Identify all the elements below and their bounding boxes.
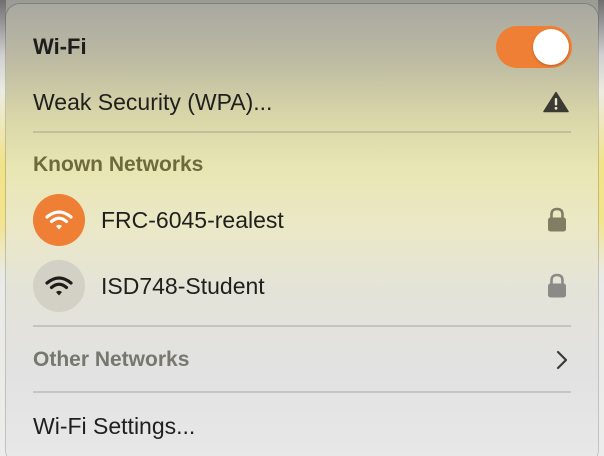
wifi-icon — [45, 210, 73, 230]
wifi-toggle[interactable] — [496, 26, 572, 68]
divider — [33, 131, 571, 133]
desktop-backdrop-right — [598, 0, 604, 456]
network-icon — [33, 260, 85, 312]
weak-security-label: Weak Security (WPA)... — [33, 88, 273, 115]
lock-icon — [548, 207, 566, 232]
other-networks-row[interactable]: Other Networks — [33, 342, 571, 378]
chevron-right-icon — [556, 350, 568, 370]
known-networks-heading: Known Networks — [33, 153, 204, 176]
lock-icon — [548, 273, 566, 298]
wifi-settings-row[interactable]: Wi-Fi Settings... — [33, 408, 571, 444]
wifi-icon — [45, 276, 73, 296]
divider — [33, 391, 571, 393]
wifi-settings-label: Wi-Fi Settings... — [33, 412, 196, 439]
network-item-frc-6045-realest[interactable]: FRC-6045-realest — [33, 194, 571, 246]
network-name: FRC-6045-realest — [101, 206, 284, 233]
network-name: ISD748-Student — [101, 272, 265, 299]
wifi-title: Wi-Fi — [33, 34, 87, 59]
other-networks-label: Other Networks — [33, 348, 190, 371]
network-item-isd748-student[interactable]: ISD748-Student — [33, 260, 571, 312]
toggle-knob — [533, 29, 569, 65]
wifi-header: Wi-Fi — [33, 29, 571, 65]
current-network-row[interactable]: Weak Security (WPA)... — [33, 84, 571, 120]
warning-triangle-icon — [543, 91, 569, 113]
network-icon-connected — [33, 194, 85, 246]
divider — [33, 325, 571, 327]
known-networks-heading-row: Known Networks — [33, 149, 571, 181]
wifi-menu: Wi-Fi Weak Security (WPA)... Known Netwo… — [6, 4, 598, 456]
